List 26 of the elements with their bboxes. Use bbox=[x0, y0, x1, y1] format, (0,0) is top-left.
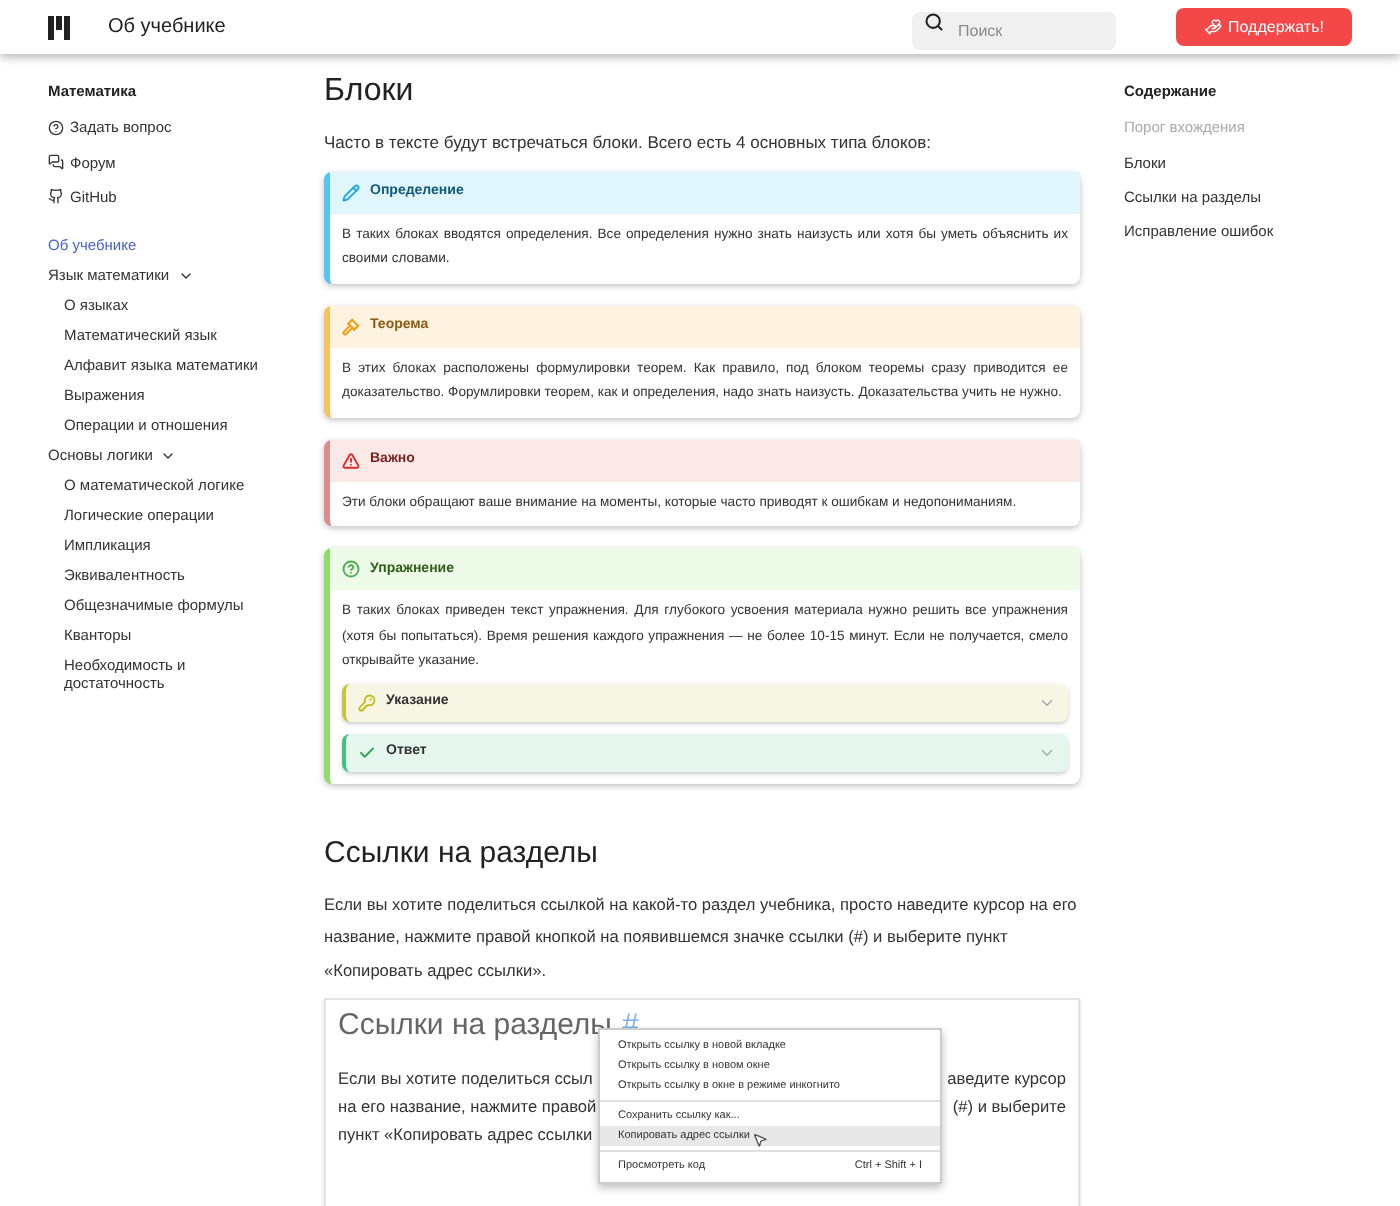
screenshot-heading: Ссылки на разделы bbox=[338, 1006, 612, 1047]
page-title: Об учебнике bbox=[108, 14, 226, 42]
page-heading: Блоки bbox=[324, 74, 416, 110]
screenshot-text: на его название, нажмите правой bbox=[338, 1093, 597, 1118]
help-icon bbox=[48, 119, 64, 136]
screenshot-text: Если вы хотите поделиться ссыл bbox=[338, 1065, 593, 1090]
support-button[interactable]: Поддержать! bbox=[1176, 8, 1352, 46]
pencil-icon bbox=[342, 183, 360, 202]
screenshot-text: (#) и выберите bbox=[952, 1093, 1066, 1118]
intro-text: Часто в тексте будут встречаться блоки. Всего есть 4 основных типа блоков: bbox=[324, 130, 933, 156]
warning-icon bbox=[342, 451, 360, 470]
screenshot-text: пункт «Копировать адрес ссылки bbox=[338, 1121, 593, 1146]
section-heading: Ссылки на разделы bbox=[324, 835, 600, 872]
chat-icon bbox=[48, 154, 64, 171]
cursor-icon bbox=[752, 1132, 768, 1149]
search-icon bbox=[924, 12, 944, 32]
check-icon bbox=[358, 743, 376, 762]
search-field[interactable]: Поиск bbox=[912, 11, 1116, 49]
gavel-icon bbox=[342, 317, 360, 336]
github-icon bbox=[48, 188, 64, 205]
section-text: Если вы хотите поделиться ссылкой на какой-то раздел учебника, просто наведите курсор на его название, нажмите правой кнопкой на появившемся значке ссылки (#) и выберите пункт «Копировать адрес ссылки». bbox=[324, 891, 1079, 984]
key-icon bbox=[358, 693, 376, 712]
hand-heart-icon bbox=[1204, 18, 1223, 36]
logo-icon[interactable] bbox=[48, 15, 70, 39]
question-icon bbox=[342, 560, 360, 579]
screenshot-text: аведите курсор bbox=[947, 1065, 1066, 1090]
